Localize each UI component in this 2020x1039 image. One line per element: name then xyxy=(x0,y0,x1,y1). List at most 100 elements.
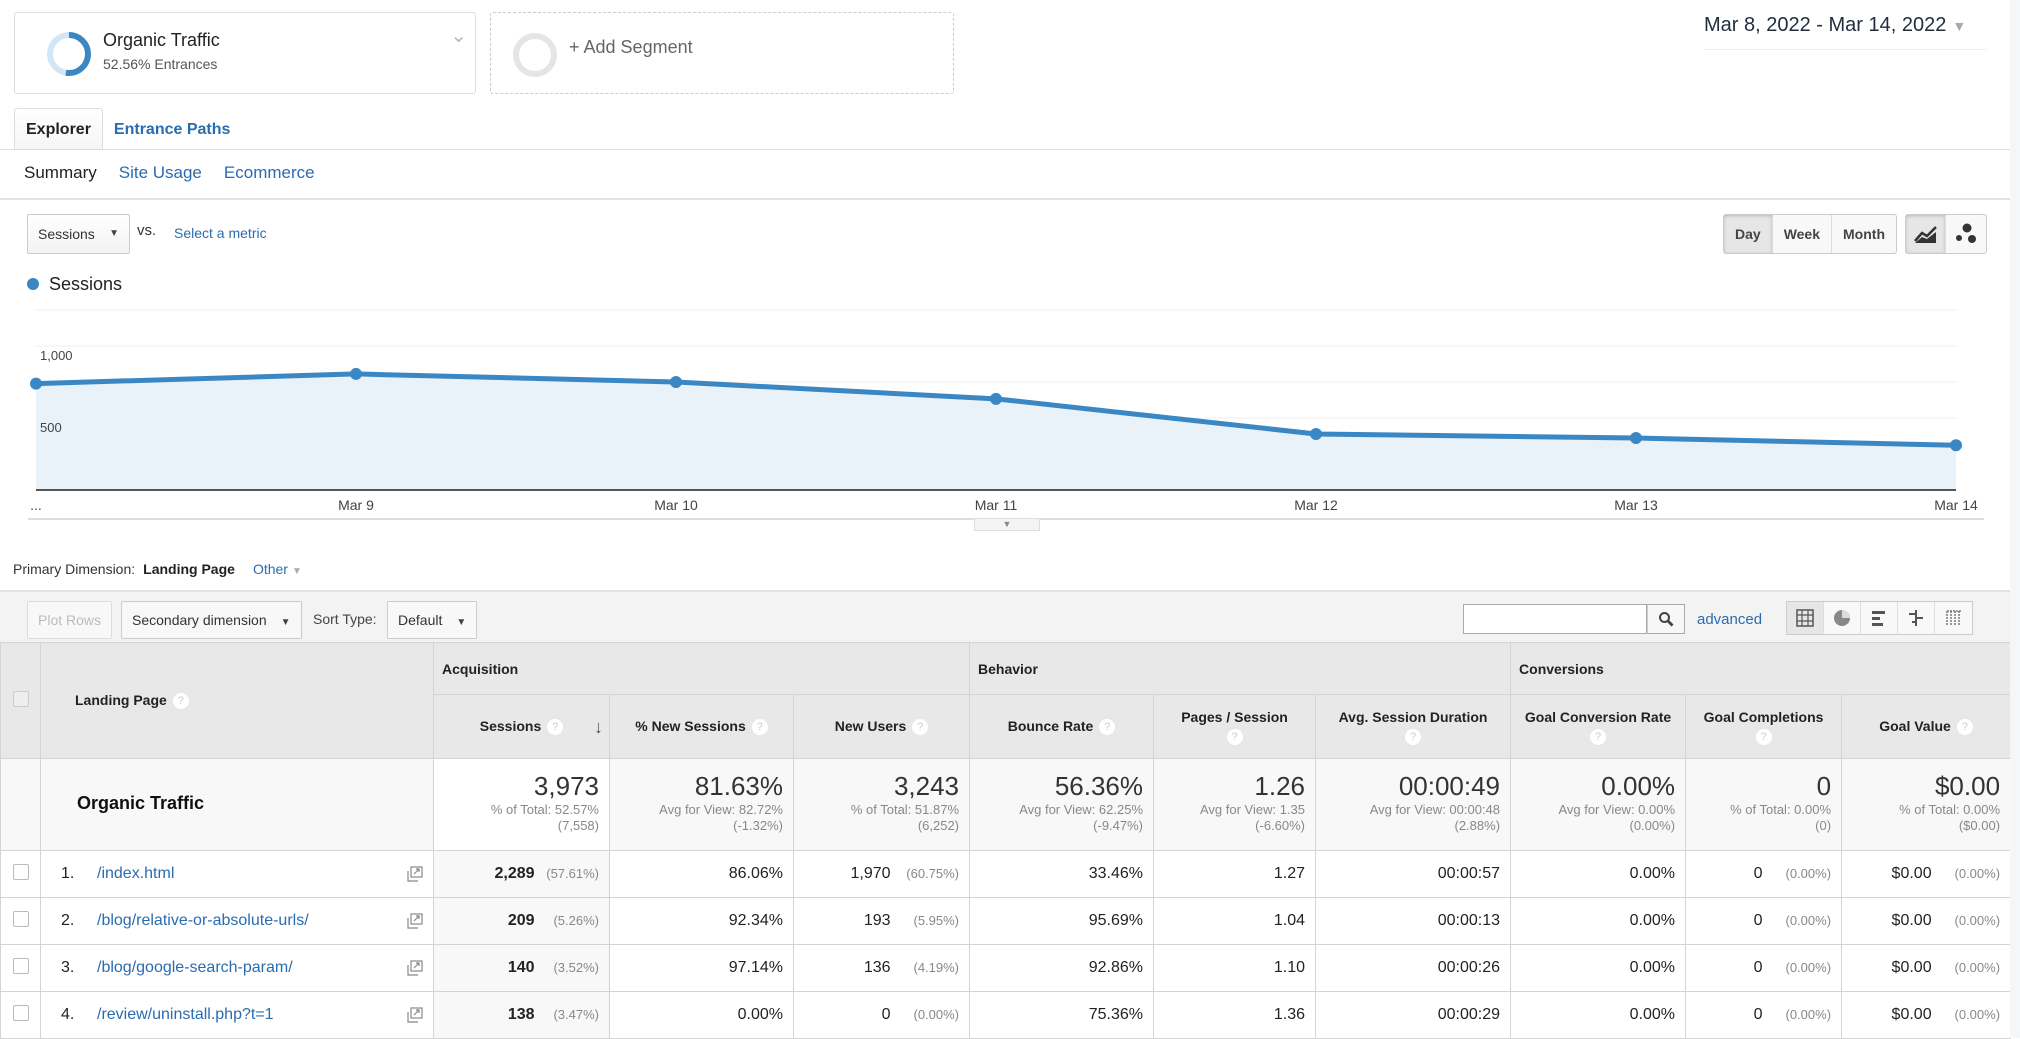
pie-chart-icon xyxy=(1834,610,1850,626)
metric-dropdown[interactable]: Sessions ▼ xyxy=(27,214,130,254)
row-checkbox[interactable] xyxy=(12,957,29,974)
primary-dimension-other[interactable]: Other xyxy=(253,561,288,577)
subtab-summary[interactable]: Summary xyxy=(24,163,97,182)
pivot-icon xyxy=(1945,610,1961,625)
week-button[interactable]: Week xyxy=(1773,215,1833,253)
column-header-goal-completions[interactable]: Goal Completions? xyxy=(1685,694,1843,759)
row-checkbox-cell xyxy=(0,944,41,992)
open-page-icon[interactable] xyxy=(407,866,423,887)
help-icon[interactable]: ? xyxy=(1226,728,1243,745)
primary-dimension-landing-page[interactable]: Landing Page xyxy=(143,561,235,577)
help-icon[interactable]: ? xyxy=(1956,719,1973,736)
grid-table-icon xyxy=(1796,609,1814,627)
collapse-chart-button[interactable]: ▼ xyxy=(974,519,1040,531)
sort-descending-icon[interactable]: ↓ xyxy=(594,717,603,738)
select-all-checkbox[interactable] xyxy=(12,691,29,707)
column-header-bounce-rate[interactable]: Bounce Rate? xyxy=(969,694,1155,759)
help-icon[interactable]: ? xyxy=(1099,719,1116,736)
totals-comparison: % of Total: 51.87% xyxy=(850,802,960,817)
date-range-picker[interactable]: Mar 8, 2022 - Mar 14, 2022 ▼ xyxy=(1704,14,1986,50)
column-header-avg-session-duration[interactable]: Avg. Session Duration? xyxy=(1315,694,1512,759)
column-label: Goal Conversion Rate xyxy=(1524,708,1672,725)
subtab-site-usage[interactable]: Site Usage xyxy=(119,163,202,182)
pivot-view-button[interactable] xyxy=(1935,602,1972,634)
row-checkbox[interactable] xyxy=(12,910,29,927)
search-button[interactable] xyxy=(1647,604,1685,634)
comparison-view-button[interactable] xyxy=(1898,602,1935,634)
help-icon[interactable]: ? xyxy=(1590,728,1607,745)
column-header-goal-conversion-rate[interactable]: Goal Conversion Rate? xyxy=(1510,694,1687,759)
new-sessions-cell: 0.00% xyxy=(609,991,794,1039)
column-header-goal-value[interactable]: Goal Value? xyxy=(1841,694,2012,759)
data-view-button[interactable] xyxy=(1787,602,1824,634)
data-point xyxy=(30,377,42,390)
line-chart-button[interactable] xyxy=(1906,215,1946,253)
primary-dimension-label: Primary Dimension: xyxy=(13,561,136,577)
open-page-icon[interactable] xyxy=(407,1007,423,1028)
new-users-percent: (0.00%) xyxy=(913,1007,960,1022)
sort-type-dropdown[interactable]: Default ▼ xyxy=(387,601,478,639)
landing-page-link[interactable]: /index.html xyxy=(97,865,174,882)
sessions-value: 2,289 xyxy=(494,865,535,882)
segment-subtitle: 52.56% Entrances xyxy=(103,56,218,72)
y-tick-label: 1,000 xyxy=(40,348,73,363)
secondary-dimension-label: Secondary dimension xyxy=(132,612,267,628)
row-checkbox[interactable] xyxy=(12,1004,29,1021)
sort-type-value: Default xyxy=(398,612,443,628)
landing-page-link[interactable]: /blog/relative-or-absolute-urls/ xyxy=(97,912,309,929)
add-segment-button[interactable]: + Add Segment xyxy=(490,12,954,94)
column-header-new-users[interactable]: New Users? xyxy=(792,694,971,759)
sessions-cell: 140 (3.52%) xyxy=(433,944,610,992)
open-page-icon[interactable] xyxy=(407,913,423,934)
landing-page-link[interactable]: /blog/google-search-param/ xyxy=(97,959,293,976)
plot-rows-button[interactable]: Plot Rows xyxy=(27,601,113,639)
row-checkbox[interactable] xyxy=(12,863,29,880)
tab-explorer[interactable]: Explorer xyxy=(14,108,103,150)
segment-card-organic-traffic[interactable]: Organic Traffic 52.56% Entrances ⌄ xyxy=(14,12,476,94)
advanced-filter-link[interactable]: advanced xyxy=(1697,611,1762,628)
month-button[interactable]: Month xyxy=(1832,215,1896,253)
help-icon[interactable]: ? xyxy=(172,693,189,710)
new-users-cell: 1,970 (60.75%) xyxy=(792,850,971,898)
secondary-dimension-dropdown[interactable]: Secondary dimension ▼ xyxy=(121,601,302,639)
help-icon[interactable]: ? xyxy=(912,719,929,736)
chevron-down-icon[interactable]: ⌄ xyxy=(450,23,467,48)
tab-entrance-paths[interactable]: Entrance Paths xyxy=(103,109,241,151)
add-segment-label: + Add Segment xyxy=(569,37,693,57)
bounce-rate-cell: 75.36% xyxy=(969,991,1155,1039)
performance-view-button[interactable] xyxy=(1861,602,1898,634)
column-header-sessions[interactable]: Sessions? ↓ xyxy=(433,694,610,759)
sessions-percent: (3.47%) xyxy=(553,1007,599,1022)
report-tabs: Explorer Entrance Paths xyxy=(14,108,241,150)
comparison-icon xyxy=(1909,610,1923,626)
totals-value: 0 xyxy=(1816,771,1832,801)
pages-session-cell: 1.36 xyxy=(1153,991,1317,1039)
help-icon[interactable]: ? xyxy=(1755,728,1772,745)
totals-cell: 1.26 Avg for View: 1.35 (-6.60%) xyxy=(1153,758,1317,851)
landing-page-link[interactable]: /review/uninstall.php?t=1 xyxy=(97,1006,274,1023)
goal-completions-value: 0 xyxy=(1753,959,1763,976)
sessions-percent: (5.26%) xyxy=(553,913,599,928)
help-icon[interactable]: ? xyxy=(1405,728,1422,745)
help-icon[interactable]: ? xyxy=(751,719,768,736)
percentage-view-button[interactable] xyxy=(1824,602,1861,634)
avg-session-duration-cell: 00:00:13 xyxy=(1315,897,1512,945)
avg-session-duration-cell: 00:00:29 xyxy=(1315,991,1512,1039)
column-header-pages-session[interactable]: Pages / Session? xyxy=(1153,694,1317,759)
x-tick-label: Mar 10 xyxy=(654,497,698,513)
subtab-ecommerce[interactable]: Ecommerce xyxy=(224,163,315,182)
motion-chart-button[interactable] xyxy=(1946,215,1986,253)
select-metric-link[interactable]: Select a metric xyxy=(174,225,267,241)
day-button[interactable]: Day xyxy=(1724,215,1773,253)
column-label: % New Sessions xyxy=(635,717,746,734)
new-sessions-cell: 92.34% xyxy=(609,897,794,945)
table-search-input[interactable] xyxy=(1463,604,1647,634)
avg-session-duration-cell: 00:00:26 xyxy=(1315,944,1512,992)
help-icon[interactable]: ? xyxy=(547,719,564,736)
open-page-icon[interactable] xyxy=(407,960,423,981)
data-point xyxy=(670,376,682,388)
column-label: Goal Value xyxy=(1879,717,1951,734)
column-header-new-sessions[interactable]: % New Sessions? xyxy=(609,694,794,759)
totals-value: 1.26 xyxy=(1254,771,1306,801)
row-index: 4. xyxy=(61,1006,75,1023)
